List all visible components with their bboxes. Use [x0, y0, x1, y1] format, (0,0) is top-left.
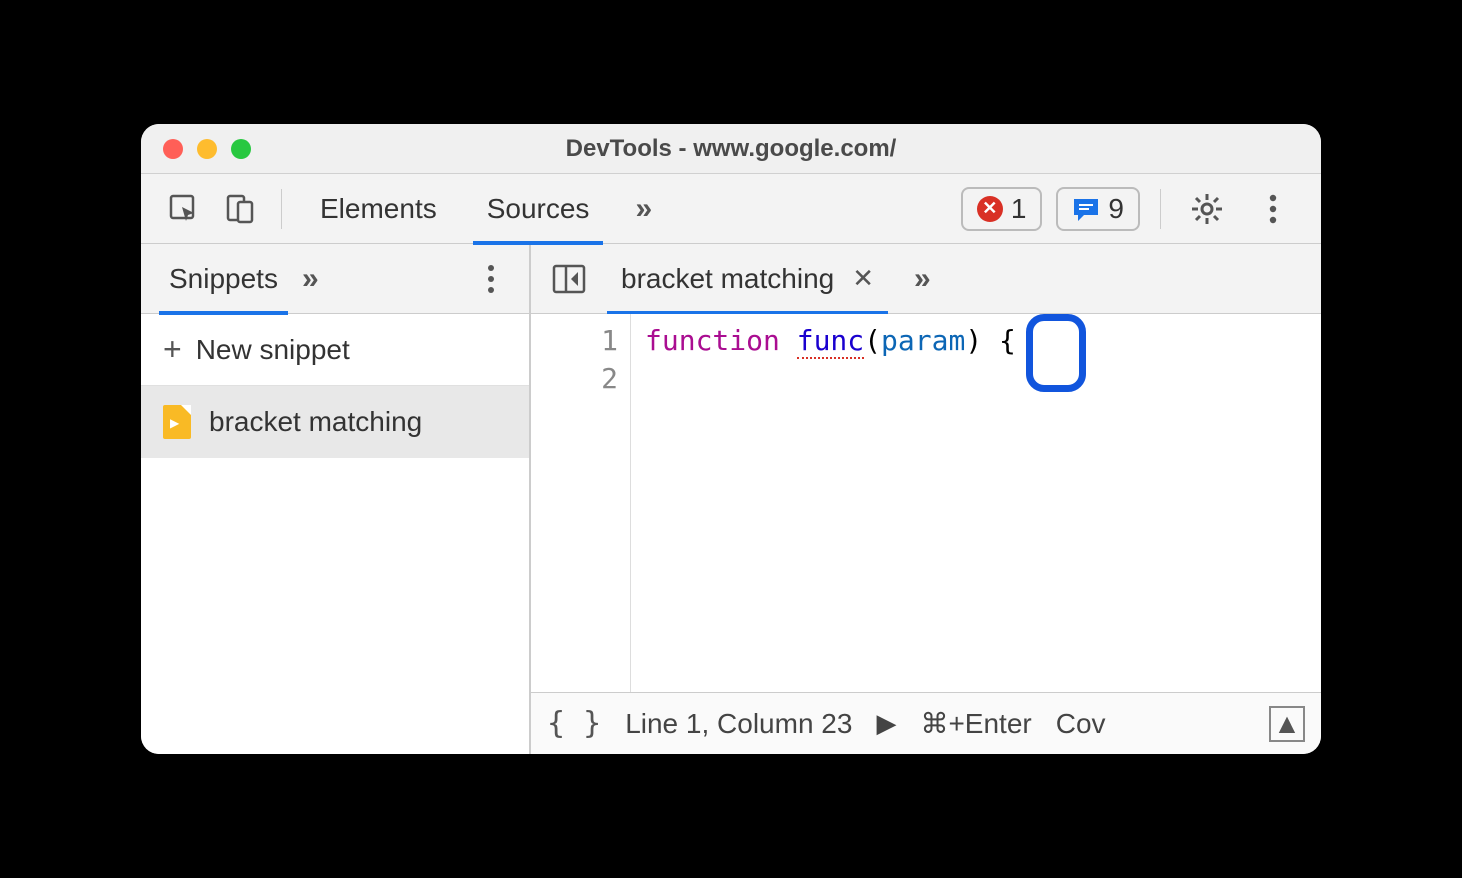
- sidebar-tabs-overflow-icon[interactable]: »: [288, 262, 333, 296]
- window-title: DevTools - www.google.com/: [566, 135, 897, 163]
- errors-count: 1: [1011, 193, 1027, 225]
- editor-tabs: bracket matching ✕ »: [531, 244, 1321, 314]
- error-icon: ✕: [977, 196, 1003, 222]
- file-tab-label: bracket matching: [621, 263, 834, 295]
- new-snippet-label: New snippet: [196, 334, 350, 366]
- annotation-highlight-ring: [1026, 314, 1086, 392]
- pretty-print-icon[interactable]: { }: [547, 706, 601, 741]
- sidebar: Snippets » + New snippet bracket matchin…: [141, 244, 531, 754]
- device-toggle-icon[interactable]: [215, 184, 265, 234]
- editor-tabs-overflow-icon[interactable]: »: [896, 262, 949, 296]
- token-paren: ): [965, 324, 982, 357]
- maximize-window-button[interactable]: [231, 139, 251, 159]
- snippet-item[interactable]: bracket matching: [141, 386, 529, 458]
- token-function-name: func: [797, 324, 864, 359]
- line-gutter: 1 2: [531, 314, 631, 692]
- line-number: 1: [531, 322, 618, 360]
- sidebar-more-icon[interactable]: [471, 259, 511, 299]
- message-icon: [1072, 197, 1100, 221]
- body: Snippets » + New snippet bracket matchin…: [141, 244, 1321, 754]
- tab-elements[interactable]: Elements: [298, 174, 459, 244]
- divider: [1160, 189, 1161, 229]
- token-space: [982, 324, 999, 357]
- sidebar-tabs: Snippets »: [141, 244, 529, 314]
- snippet-file-icon: [163, 405, 191, 439]
- navigator-toggle-icon[interactable]: [547, 257, 591, 301]
- close-window-button[interactable]: [163, 139, 183, 159]
- divider: [281, 189, 282, 229]
- inspect-element-icon[interactable]: [159, 184, 209, 234]
- token-paren: (: [864, 324, 881, 357]
- tab-sources[interactable]: Sources: [465, 174, 612, 244]
- minimize-window-button[interactable]: [197, 139, 217, 159]
- settings-icon[interactable]: [1183, 185, 1231, 233]
- traffic-lights: [163, 139, 251, 159]
- new-snippet-button[interactable]: + New snippet: [141, 314, 529, 386]
- tabs-overflow-icon[interactable]: »: [617, 192, 670, 226]
- run-shortcut-label: ⌘+Enter: [920, 707, 1031, 740]
- editor-pane: bracket matching ✕ » 1 2 function func(p…: [531, 244, 1321, 754]
- titlebar: DevTools - www.google.com/: [141, 124, 1321, 174]
- more-menu-icon[interactable]: [1249, 185, 1297, 233]
- cursor-position: Line 1, Column 23: [625, 708, 852, 740]
- errors-badge[interactable]: ✕ 1: [961, 187, 1043, 231]
- code-content[interactable]: function func(param) {: [631, 314, 1030, 692]
- token-param: param: [881, 324, 965, 357]
- code-line: function func(param) {: [645, 322, 1016, 360]
- token-keyword: function: [645, 324, 780, 357]
- token-brace: {: [999, 324, 1016, 357]
- plus-icon: +: [163, 331, 182, 368]
- close-tab-icon[interactable]: ✕: [852, 263, 874, 294]
- main-toolbar: Elements Sources » ✕ 1 9: [141, 174, 1321, 244]
- messages-badge[interactable]: 9: [1056, 187, 1140, 231]
- messages-count: 9: [1108, 193, 1124, 225]
- coverage-label[interactable]: Cov: [1056, 708, 1106, 740]
- code-editor[interactable]: 1 2 function func(param) {: [531, 314, 1321, 692]
- sidebar-tab-snippets[interactable]: Snippets: [159, 244, 288, 314]
- run-snippet-icon[interactable]: ▶: [876, 708, 896, 739]
- snippet-item-label: bracket matching: [209, 406, 422, 438]
- statusbar: { } Line 1, Column 23 ▶ ⌘+Enter Cov ▲: [531, 692, 1321, 754]
- devtools-window: DevTools - www.google.com/ Elements Sour…: [141, 124, 1321, 754]
- drawer-toggle-icon[interactable]: ▲: [1269, 706, 1305, 742]
- file-tab[interactable]: bracket matching ✕: [607, 244, 888, 314]
- line-number: 2: [531, 360, 618, 398]
